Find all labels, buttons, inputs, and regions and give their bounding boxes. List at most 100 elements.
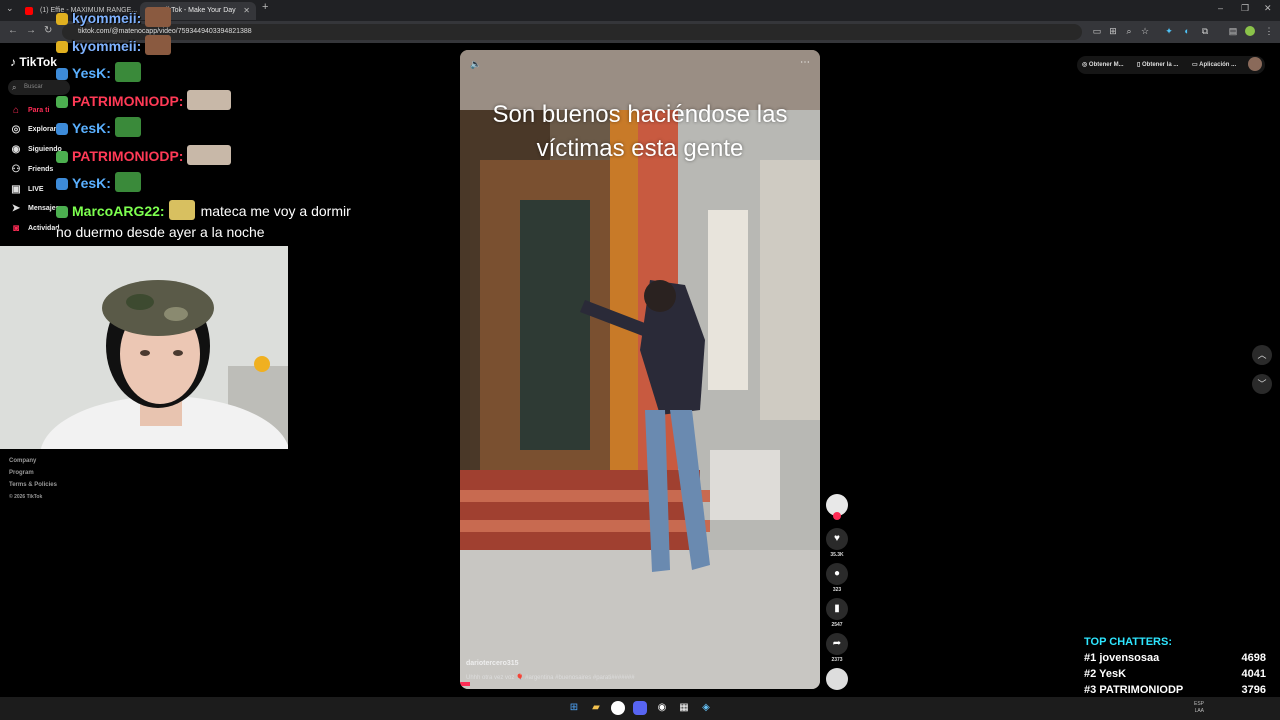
obs-icon[interactable]: ◉ bbox=[655, 701, 669, 715]
chatter-rank: #2 bbox=[1084, 668, 1097, 680]
nav-item-actividad[interactable]: ◙ Actividad bbox=[8, 221, 60, 237]
emote-icon bbox=[187, 145, 232, 165]
tab-search-icon[interactable]: ⌄ bbox=[6, 3, 14, 14]
address-field[interactable]: tiktok.com/@matenocapp/video/75934494033… bbox=[62, 24, 1082, 40]
file-explorer-icon[interactable]: ▰ bbox=[589, 701, 603, 715]
chatter-name: PATRIMONIODP bbox=[1099, 684, 1184, 696]
like-button[interactable]: ♥ 35.3K bbox=[826, 528, 848, 558]
chat-line: no duermo desde ayer a la noche bbox=[56, 224, 265, 240]
following-icon: ◉ bbox=[11, 144, 21, 155]
chat-line: YesK: bbox=[56, 62, 141, 82]
chat-line: PATRIMONIODP: bbox=[56, 145, 232, 165]
nav-item-para-ti[interactable]: ⌂ Para ti bbox=[8, 103, 49, 119]
extension-icon[interactable]: ✦ bbox=[1164, 26, 1174, 36]
share-count: 2373 bbox=[831, 657, 843, 663]
nav-label: Para ti bbox=[28, 107, 50, 114]
volume-icon[interactable]: 🔈 bbox=[470, 59, 481, 70]
share-button[interactable]: ➦ 2373 bbox=[826, 633, 848, 663]
home-icon: ⌂ bbox=[12, 105, 20, 116]
chat-user: kyommeii: bbox=[72, 10, 142, 26]
chat-user: YesK: bbox=[72, 120, 111, 136]
comment-count: 323 bbox=[832, 587, 842, 593]
translate-icon[interactable]: ⊞ bbox=[1108, 26, 1118, 36]
steam-icon[interactable]: ◈ bbox=[699, 701, 713, 715]
car-badge-icon bbox=[56, 206, 68, 218]
nav-item-friends[interactable]: ⚇ Friends bbox=[8, 162, 54, 178]
forward-icon[interactable]: → bbox=[26, 25, 36, 36]
heart-icon[interactable]: ♥ bbox=[826, 528, 848, 550]
nav-item-siguiendo[interactable]: ◉ Siguiendo bbox=[8, 142, 62, 158]
language-indicator[interactable]: ESP LAA bbox=[1194, 701, 1204, 715]
user-avatar[interactable] bbox=[1248, 57, 1262, 71]
desktop-app-button[interactable]: ▭ Aplicación ... bbox=[1192, 58, 1236, 72]
bookmark-star-icon[interactable]: ☆ bbox=[1140, 26, 1150, 36]
discord-icon[interactable] bbox=[633, 701, 647, 715]
follow-plus-icon[interactable] bbox=[833, 512, 841, 520]
sidebar-icon[interactable]: ▤ bbox=[1228, 26, 1238, 36]
save-count: 2547 bbox=[831, 622, 843, 628]
comment-button[interactable]: ● 323 bbox=[826, 563, 848, 593]
menu-icon[interactable]: ⋮ bbox=[1264, 26, 1274, 36]
friends-icon: ⚇ bbox=[11, 164, 21, 175]
nav-item-explorar[interactable]: ◎ Explorar bbox=[8, 122, 57, 138]
new-tab-button[interactable]: + bbox=[262, 1, 268, 13]
chatter-rank: #1 bbox=[1084, 652, 1097, 664]
save-button[interactable]: ▮ 2547 bbox=[826, 598, 848, 628]
more-options-icon[interactable]: ⋯ bbox=[800, 57, 810, 68]
windows-start-icon[interactable]: ⊞ bbox=[567, 701, 581, 715]
share-icon[interactable]: ➦ bbox=[826, 633, 848, 655]
music-disc[interactable] bbox=[826, 668, 848, 690]
search-placeholder: Buscar bbox=[24, 84, 43, 90]
emote-icon bbox=[145, 7, 172, 27]
app-icon[interactable]: ▦ bbox=[677, 701, 691, 715]
chat-user: PATRIMONIODP: bbox=[72, 148, 184, 164]
nav-label: Mensajes bbox=[28, 205, 60, 212]
bookmark-icon[interactable]: ▮ bbox=[826, 598, 848, 620]
coin-icon: ◎ bbox=[1082, 62, 1088, 68]
zoom-icon[interactable]: ⌕ bbox=[1124, 26, 1134, 36]
close-window-button[interactable]: ✕ bbox=[1264, 3, 1272, 14]
footer-terms[interactable]: Terms & Policies bbox=[9, 482, 57, 488]
chrome-icon[interactable] bbox=[611, 701, 625, 715]
search-icon: ⌕ bbox=[12, 83, 17, 92]
car-badge-icon bbox=[56, 96, 68, 108]
tab-title: TikTok - Make Your Day bbox=[162, 7, 236, 14]
video-player[interactable]: 🔈 ⋯ Son buenos haciéndose las víctimas e… bbox=[460, 50, 820, 689]
emote-icon bbox=[145, 35, 172, 55]
footer-company[interactable]: Company bbox=[9, 458, 36, 464]
close-tab-icon[interactable]: ✕ bbox=[243, 2, 250, 20]
next-video-button[interactable]: ﹀ bbox=[1252, 374, 1272, 394]
back-icon[interactable]: ← bbox=[8, 25, 18, 36]
get-coins-button[interactable]: ◎ Obtener M... bbox=[1082, 58, 1124, 72]
sword-badge-icon bbox=[56, 178, 68, 190]
footer-program[interactable]: Program bbox=[9, 470, 34, 476]
video-author[interactable]: dariotercero315 bbox=[466, 660, 519, 667]
pill-label: Obtener M... bbox=[1088, 62, 1124, 68]
extensions-puzzle-icon[interactable]: ⧉ bbox=[1200, 26, 1210, 36]
comment-icon[interactable]: ● bbox=[826, 563, 848, 585]
music-disc-icon[interactable] bbox=[826, 668, 848, 690]
activity-icon: ◙ bbox=[12, 223, 20, 234]
profile-avatar[interactable] bbox=[1245, 26, 1255, 36]
chevron-down-icon: ﹀ bbox=[1257, 379, 1267, 389]
nav-label: LIVE bbox=[28, 186, 44, 193]
minimize-button[interactable]: – bbox=[1218, 3, 1223, 13]
creator-avatar[interactable] bbox=[826, 494, 848, 520]
get-app-button[interactable]: ▯ Obtener la ... bbox=[1137, 58, 1178, 72]
maximize-button[interactable]: ❐ bbox=[1241, 3, 1249, 14]
tiktok-logo[interactable]: ♪ TikTok bbox=[10, 55, 57, 69]
cast-icon[interactable]: ▭ bbox=[1092, 26, 1102, 36]
previous-video-button[interactable]: ︿ bbox=[1252, 345, 1272, 365]
chat-user: kyommeii: bbox=[72, 38, 142, 54]
extension-2-icon[interactable]: ◐ bbox=[1182, 26, 1192, 36]
video-description: Uhhh otra vez voz 🎈 #argentina #buenosai… bbox=[466, 675, 635, 681]
nav-item-live[interactable]: ▣ LIVE bbox=[8, 182, 44, 198]
reload-icon[interactable]: ↻ bbox=[44, 25, 52, 36]
chat-line: YesK: bbox=[56, 117, 141, 137]
chatter-rank: #3 bbox=[1084, 684, 1097, 696]
chevron-up-icon: ︿ bbox=[1257, 350, 1267, 360]
live-icon: ▣ bbox=[11, 184, 21, 195]
nav-item-mensajes[interactable]: ➤ Mensajes bbox=[8, 201, 60, 217]
chatter-count: 4041 bbox=[1241, 668, 1266, 680]
youtube-icon bbox=[25, 7, 33, 15]
